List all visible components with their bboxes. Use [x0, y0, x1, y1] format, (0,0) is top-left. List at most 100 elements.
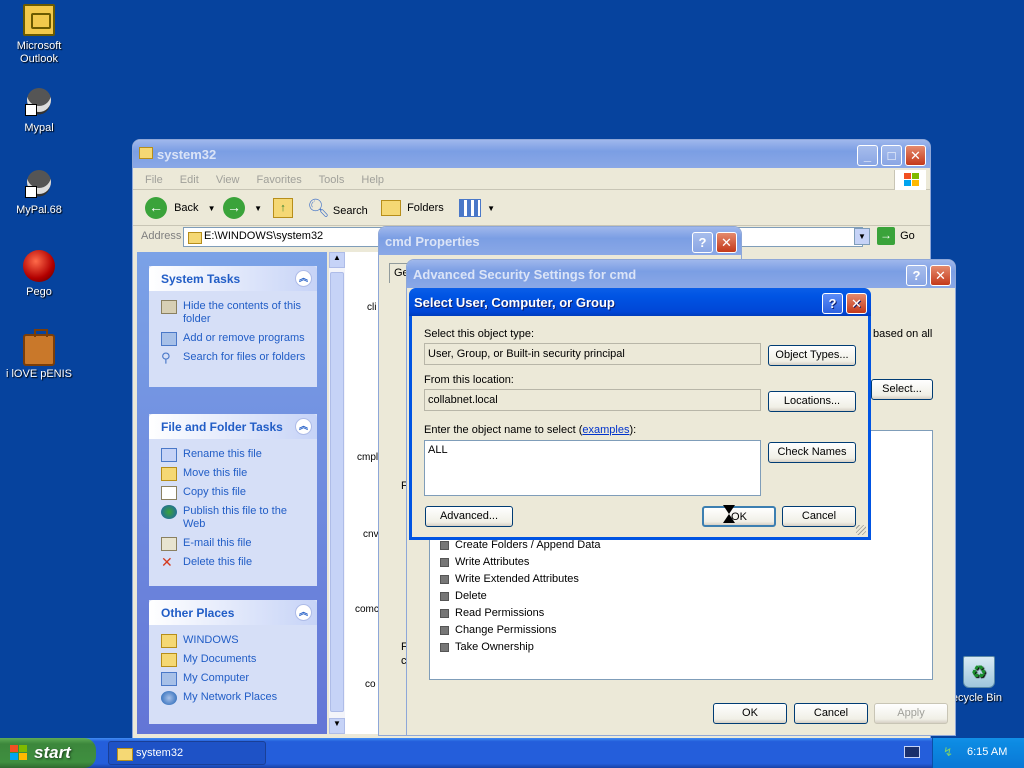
help-button[interactable]: ? [692, 232, 713, 253]
advanced-button[interactable]: Advanced... [425, 506, 513, 527]
task-publish[interactable]: Publish this file to the Web [149, 502, 317, 534]
search-button[interactable]: 🔍︎ Search [307, 196, 368, 220]
window-title: system32 [157, 147, 217, 162]
advanced-security-titlebar[interactable]: Advanced Security Settings for cmd ? ✕ [407, 260, 955, 288]
other-places-box: Other Places ︽ WINDOWS My Documents My C… [149, 600, 317, 724]
file-tasks-header[interactable]: File and Folder Tasks ︽ [149, 414, 317, 439]
task-pane: System Tasks ︽ Hide the contents of this… [137, 252, 327, 734]
up-button[interactable]: ↑ [273, 196, 293, 220]
place-my-documents[interactable]: My Documents [149, 650, 317, 669]
back-button[interactable]: ← Back ▼ [145, 196, 216, 220]
task-delete[interactable]: ✕ Delete this file [149, 553, 317, 572]
place-windows[interactable]: WINDOWS [149, 631, 317, 650]
minimize-button[interactable]: _ [857, 145, 878, 166]
collapse-icon[interactable]: ︽ [295, 418, 312, 435]
object-types-button[interactable]: Object Types... [768, 345, 856, 366]
file-item[interactable]: cmpl [357, 452, 378, 463]
cmd-properties-titlebar[interactable]: cmd Properties ? ✕ [379, 227, 741, 255]
go-button[interactable]: → Go [877, 227, 915, 245]
place-my-computer[interactable]: My Computer [149, 669, 317, 688]
cancel-button[interactable]: Cancel [794, 703, 868, 724]
menu-favorites[interactable]: Favorites [257, 174, 302, 186]
scroll-down-button[interactable]: ▼ [329, 718, 345, 734]
scroll-thumb[interactable] [330, 272, 344, 712]
computer-icon [161, 672, 177, 686]
side-text: based on all [873, 328, 933, 340]
collapse-icon[interactable]: ︽ [295, 270, 312, 287]
folder-icon [139, 147, 153, 159]
task-search-files[interactable]: ⚲ Search for files or folders [149, 348, 317, 367]
file-item[interactable]: cli [367, 302, 376, 313]
system-tasks-title: System Tasks [161, 272, 241, 286]
task-move[interactable]: Move this file [149, 464, 317, 483]
help-button[interactable]: ? [822, 293, 843, 314]
select-button[interactable]: Select... [871, 379, 933, 400]
task-add-remove[interactable]: Add or remove programs [149, 329, 317, 348]
locations-button[interactable]: Locations... [768, 391, 856, 412]
apply-button[interactable]: Apply [874, 703, 948, 724]
permission-label: Write Extended Attributes [455, 573, 579, 585]
place-network[interactable]: My Network Places [149, 688, 317, 707]
permission-checkbox[interactable] [440, 574, 449, 584]
desktop-icon-mypal68[interactable]: MyPal.68 [0, 168, 78, 217]
forward-button[interactable]: → ▼ [223, 196, 262, 220]
menu-tools[interactable]: Tools [319, 174, 345, 186]
desktop-icon-briefcase[interactable]: i lOVE pENIS [0, 329, 78, 381]
explorer-titlebar[interactable]: system32 _ □ ✕ [133, 140, 930, 168]
close-button[interactable]: ✕ [930, 265, 951, 286]
ok-button[interactable]: OK [713, 703, 787, 724]
file-item[interactable]: comc [355, 604, 379, 615]
folders-icon [381, 200, 401, 217]
taskbar-item-system32[interactable]: system32 [108, 741, 266, 765]
start-button[interactable]: start [0, 738, 96, 768]
scroll-up-button[interactable]: ▲ [329, 252, 345, 268]
permission-checkbox[interactable] [440, 557, 449, 567]
menu-file[interactable]: File [145, 174, 163, 186]
close-button[interactable]: ✕ [905, 145, 926, 166]
permission-checkbox[interactable] [440, 540, 449, 550]
clock[interactable]: 6:15 AM [967, 746, 1007, 758]
task-rename[interactable]: Rename this file [149, 445, 317, 464]
permission-checkbox[interactable] [440, 625, 449, 635]
resize-grip[interactable] [856, 525, 866, 535]
desktop-icon-label: i lOVE pENIS [5, 368, 73, 380]
desktop-icon-outlook[interactable]: Microsoft Outlook [0, 4, 78, 66]
desktop-icon-pego[interactable]: Pego [0, 250, 78, 299]
close-button[interactable]: ✕ [846, 293, 867, 314]
keyboard-icon[interactable] [904, 746, 920, 758]
system-tasks-header[interactable]: System Tasks ︽ [149, 266, 317, 291]
file-item[interactable]: co [365, 679, 376, 690]
vertical-scrollbar[interactable]: ▲ ▼ [329, 252, 345, 734]
collapse-icon[interactable]: ︽ [295, 604, 312, 621]
object-name-input[interactable]: ALL [424, 440, 761, 496]
mypal-icon [23, 86, 55, 118]
folders-button[interactable]: Folders [381, 196, 444, 220]
file-item[interactable]: cnv [363, 529, 379, 540]
menu-help[interactable]: Help [361, 174, 384, 186]
close-button[interactable]: ✕ [716, 232, 737, 253]
desktop-icon-mypal[interactable]: Mypal [0, 86, 78, 135]
ok-button[interactable]: OK [702, 506, 776, 527]
enter-name-label: Enter the object name to select (example… [424, 424, 636, 436]
help-button[interactable]: ? [906, 265, 927, 286]
menu-view[interactable]: View [216, 174, 240, 186]
address-dropdown-button[interactable]: ▼ [854, 228, 870, 245]
permission-checkbox[interactable] [440, 642, 449, 652]
examples-link[interactable]: examples [582, 424, 629, 436]
permission-checkbox[interactable] [440, 591, 449, 601]
task-hide-contents[interactable]: Hide the contents of this folder [149, 297, 317, 329]
select-user-titlebar[interactable]: Select User, Computer, or Group ? ✕ [409, 288, 871, 316]
network-tray-icon[interactable]: ↯ [943, 745, 953, 759]
views-button[interactable]: ▼ [459, 196, 495, 220]
cancel-button[interactable]: Cancel [782, 506, 856, 527]
task-copy[interactable]: Copy this file [149, 483, 317, 502]
maximize-button[interactable]: □ [881, 145, 902, 166]
place-label: My Computer [183, 672, 250, 684]
task-email[interactable]: E-mail this file [149, 534, 317, 553]
hide-icon [161, 300, 177, 314]
permission-checkbox[interactable] [440, 608, 449, 618]
menu-edit[interactable]: Edit [180, 174, 199, 186]
other-places-header[interactable]: Other Places ︽ [149, 600, 317, 625]
check-names-button[interactable]: Check Names [768, 442, 856, 463]
permission-row: Write Extended Attributes [440, 573, 579, 585]
